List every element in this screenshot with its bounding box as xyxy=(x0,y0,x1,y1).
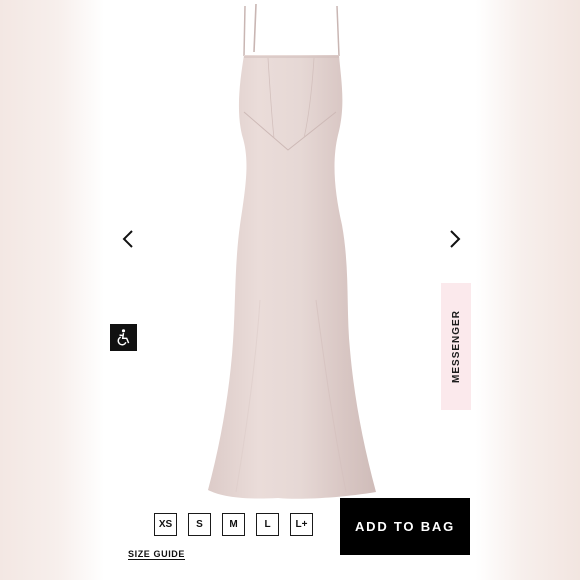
size-selector: XS S M L L+ xyxy=(154,513,313,536)
wheelchair-icon xyxy=(117,329,130,346)
messenger-label: MESSENGER xyxy=(450,310,462,383)
size-option-l-plus[interactable]: L+ xyxy=(290,513,313,536)
size-option-s[interactable]: S xyxy=(188,513,211,536)
messenger-tab[interactable]: MESSENGER xyxy=(441,283,471,410)
carousel-prev-button[interactable] xyxy=(117,227,141,251)
chevron-right-icon xyxy=(450,230,461,248)
product-image xyxy=(208,3,376,499)
size-option-l[interactable]: L xyxy=(256,513,279,536)
size-option-xs[interactable]: XS xyxy=(154,513,177,536)
size-guide-link[interactable]: SIZE GUIDE xyxy=(128,549,185,559)
chevron-left-icon xyxy=(122,230,133,248)
add-to-bag-button[interactable]: ADD TO BAG xyxy=(340,498,470,555)
dress-body xyxy=(208,55,376,499)
dress-strap-left xyxy=(253,3,257,53)
size-option-m[interactable]: M xyxy=(222,513,245,536)
accessibility-button[interactable] xyxy=(110,324,137,351)
carousel-next-button[interactable] xyxy=(442,227,466,251)
